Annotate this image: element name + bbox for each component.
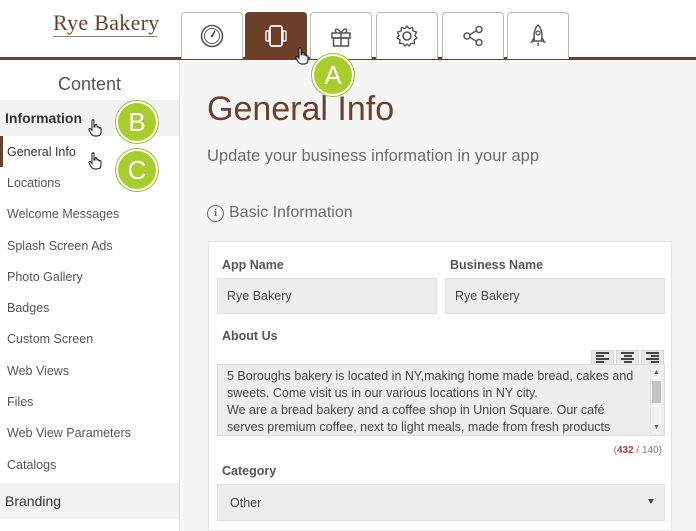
annotation-badge-b: B bbox=[116, 101, 158, 143]
scroll-up-icon[interactable]: ▲ bbox=[652, 369, 661, 377]
basic-info-card: App Name Rye Bakery Business Name Rye Ba… bbox=[208, 241, 672, 531]
align-left-icon[interactable] bbox=[591, 350, 614, 365]
align-right-icon[interactable] bbox=[641, 350, 664, 365]
tab-dashboard[interactable] bbox=[181, 12, 243, 59]
sidebar-section-branding[interactable]: Branding bbox=[0, 483, 179, 520]
hand-cursor-icon bbox=[88, 152, 102, 170]
section-title: Basic Information bbox=[229, 204, 353, 221]
hand-cursor-icon bbox=[295, 47, 309, 65]
align-center-icon[interactable] bbox=[616, 350, 639, 365]
category-label: Category bbox=[222, 464, 277, 478]
annotation-badge-a: A bbox=[312, 54, 354, 96]
section-header: i Basic Information bbox=[207, 204, 353, 222]
page-title: General Info bbox=[207, 90, 395, 128]
annotation-badge-c: C bbox=[116, 149, 158, 191]
main-content: General Info Update your business inform… bbox=[181, 60, 696, 531]
business-name-field[interactable]: Rye Bakery bbox=[445, 278, 665, 314]
devices-icon bbox=[265, 25, 287, 47]
share-icon bbox=[463, 25, 483, 47]
sidebar-item-welcome-messages[interactable]: Welcome Messages bbox=[0, 199, 179, 230]
scrollbar-thumb[interactable] bbox=[652, 381, 661, 403]
logo-underline bbox=[53, 36, 157, 37]
dashboard-icon bbox=[200, 24, 224, 48]
char-count-current: 432 bbox=[616, 445, 634, 456]
gift-icon bbox=[331, 28, 351, 47]
sidebar-item-custom-screen[interactable]: Custom Screen bbox=[0, 324, 179, 355]
about-line: sweets. Come visit us in our various loc… bbox=[227, 386, 538, 400]
tab-promotions[interactable] bbox=[310, 12, 372, 59]
rocket-icon bbox=[530, 23, 546, 46]
sidebar-item-photo-gallery[interactable]: Photo Gallery bbox=[0, 261, 179, 292]
about-us-label: About Us bbox=[222, 329, 278, 343]
category-select[interactable]: Other bbox=[217, 484, 665, 521]
app-name-field[interactable]: Rye Bakery bbox=[217, 278, 437, 314]
about-us-textarea[interactable]: 5 Boroughs bakery is located in NY,makin… bbox=[217, 364, 665, 436]
sidebar-item-web-views[interactable]: Web Views bbox=[0, 355, 179, 386]
gear-icon bbox=[396, 25, 418, 47]
sidebar-item-catalogs[interactable]: Catalogs bbox=[0, 449, 179, 480]
sidebar-item-web-view-parameters[interactable]: Web View Parameters bbox=[0, 418, 179, 449]
page-subtitle: Update your business information in your… bbox=[207, 147, 540, 165]
alignment-toolbar bbox=[591, 350, 664, 365]
sidebar-item-files[interactable]: Files bbox=[0, 386, 179, 417]
business-name-label: Business Name bbox=[450, 258, 544, 272]
scroll-down-icon[interactable]: ▼ bbox=[652, 424, 661, 432]
sidebar-item-badges[interactable]: Badges bbox=[0, 292, 179, 323]
app-logo[interactable]: Rye Bakery bbox=[53, 10, 160, 36]
about-line: We are a bread bakery and a coffee shop … bbox=[227, 403, 605, 417]
sidebar-item-splash-screen-ads[interactable]: Splash Screen Ads bbox=[0, 230, 179, 261]
about-line: serves premium coffee, next to light mea… bbox=[227, 420, 611, 434]
hand-cursor-icon bbox=[88, 119, 102, 137]
tab-share[interactable] bbox=[442, 12, 504, 59]
category-value: Other bbox=[230, 495, 262, 510]
about-line: 5 Boroughs bakery is located in NY,makin… bbox=[227, 369, 634, 383]
tab-publish[interactable] bbox=[507, 12, 569, 59]
textarea-scrollbar[interactable]: ▲ ▼ bbox=[650, 367, 661, 433]
top-bar: Rye Bakery bbox=[0, 0, 696, 60]
tab-settings[interactable] bbox=[376, 12, 438, 59]
sidebar-title: Content bbox=[57, 73, 122, 94]
chevron-down-icon bbox=[648, 499, 654, 504]
info-icon: i bbox=[207, 204, 224, 222]
app-name-label: App Name bbox=[222, 258, 284, 272]
char-counter: (432 / 140) bbox=[613, 445, 662, 456]
